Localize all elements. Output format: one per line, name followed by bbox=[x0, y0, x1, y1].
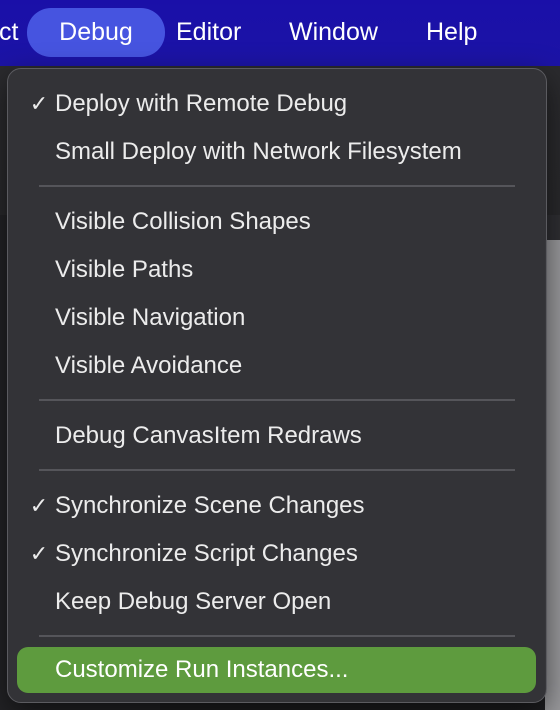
menu-item-deploy-remote-debug[interactable]: ✓ Deploy with Remote Debug bbox=[8, 84, 546, 124]
checkmark-icon: ✓ bbox=[29, 91, 49, 116]
menu-item-visible-navigation[interactable]: Visible Navigation bbox=[8, 298, 546, 338]
menu-item-label: Keep Debug Server Open bbox=[55, 588, 332, 615]
menu-item-label: Synchronize Script Changes bbox=[55, 540, 358, 567]
menu-separator bbox=[39, 185, 515, 187]
menu-item-visible-paths[interactable]: Visible Paths bbox=[8, 250, 546, 290]
menubar-item-debug[interactable]: Debug bbox=[27, 8, 165, 57]
menubar-item-help[interactable]: Help bbox=[426, 8, 477, 57]
menu-item-label: Customize Run Instances... bbox=[55, 656, 349, 683]
menu-item-visible-avoidance[interactable]: Visible Avoidance bbox=[8, 346, 546, 386]
menu-item-label: Visible Navigation bbox=[55, 304, 246, 331]
menu-separator bbox=[39, 635, 515, 637]
menu-item-label: Visible Collision Shapes bbox=[55, 208, 311, 235]
background-right-panel bbox=[545, 240, 560, 710]
menu-separator bbox=[39, 399, 515, 401]
menu-item-keep-debug-server-open[interactable]: Keep Debug Server Open bbox=[8, 582, 546, 622]
menubar-item-editor[interactable]: Editor bbox=[176, 8, 241, 57]
menu-item-label: Visible Avoidance bbox=[55, 352, 243, 379]
checkmark-icon: ✓ bbox=[29, 541, 49, 566]
menu-item-label: Synchronize Scene Changes bbox=[55, 492, 365, 519]
menu-item-small-deploy[interactable]: Small Deploy with Network Filesystem bbox=[8, 132, 546, 172]
menu-item-label: Small Deploy with Network Filesystem bbox=[55, 138, 462, 165]
menu-separator bbox=[39, 469, 515, 471]
checkmark-icon: ✓ bbox=[29, 493, 49, 518]
menubar-item-window[interactable]: Window bbox=[289, 8, 378, 57]
menu-item-debug-canvasitem-redraws[interactable]: Debug CanvasItem Redraws bbox=[8, 416, 546, 456]
menubar-item-project[interactable]: ct bbox=[0, 8, 18, 57]
menu-item-label: Debug CanvasItem Redraws bbox=[55, 422, 362, 449]
debug-dropdown-menu: ✓ Deploy with Remote Debug Small Deploy … bbox=[7, 68, 547, 703]
menu-item-visible-collision-shapes[interactable]: Visible Collision Shapes bbox=[8, 202, 546, 242]
menu-item-label: Deploy with Remote Debug bbox=[55, 90, 348, 117]
menu-item-sync-script-changes[interactable]: ✓ Synchronize Script Changes bbox=[8, 534, 546, 574]
menu-bar: ct Debug Editor Window Help bbox=[0, 0, 560, 66]
menu-item-customize-run-instances[interactable]: Customize Run Instances... bbox=[17, 647, 536, 693]
menu-item-label: Visible Paths bbox=[55, 256, 194, 283]
menu-item-sync-scene-changes[interactable]: ✓ Synchronize Scene Changes bbox=[8, 486, 546, 526]
